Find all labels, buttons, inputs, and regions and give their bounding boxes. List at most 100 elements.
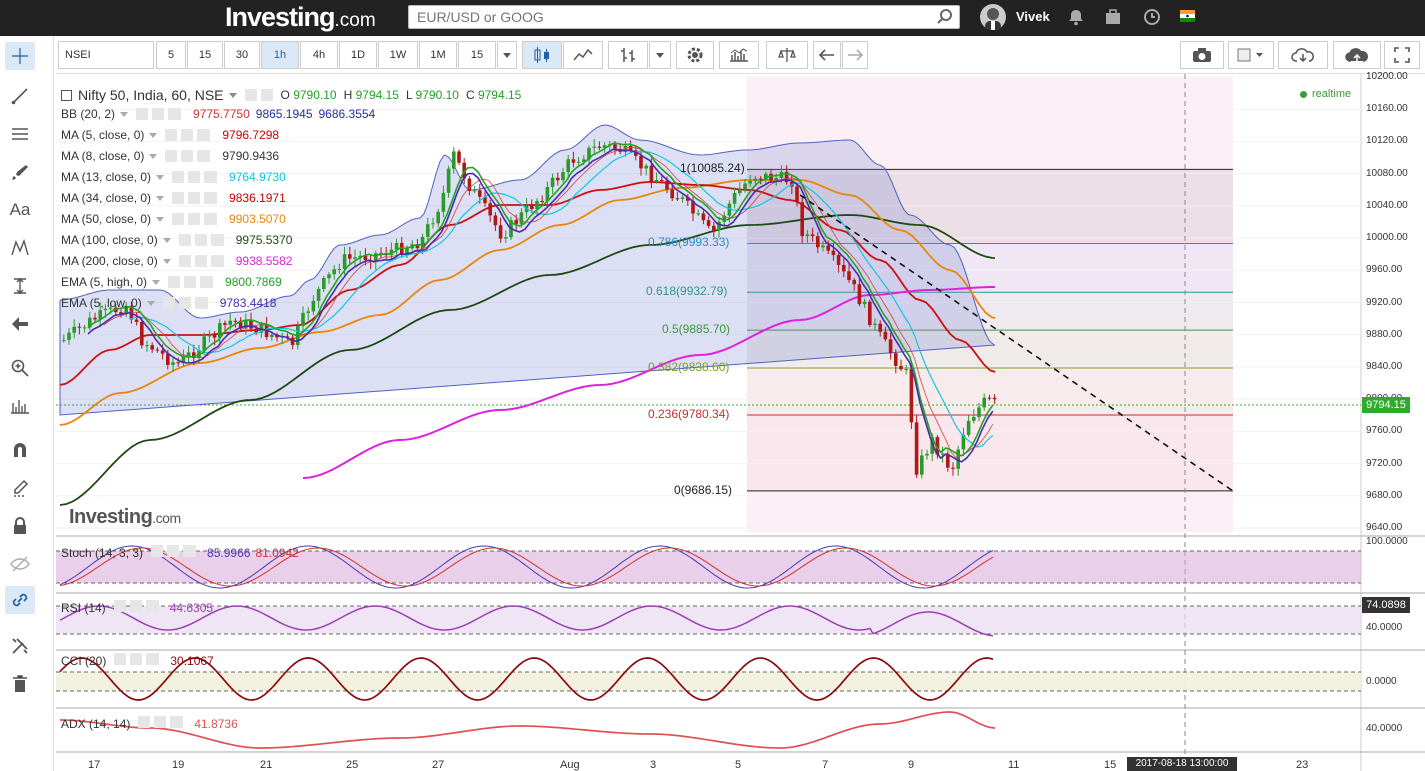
candle-body [852,280,856,285]
ohlc-key-c: C [465,88,478,102]
indicator-actions[interactable] [136,108,182,120]
candle-body [436,211,440,224]
candle-body [311,300,316,312]
legend-row-9[interactable]: EMA (5, low, 0) 9783.4418 [61,294,276,312]
candle-body [862,301,867,305]
candle-body [857,284,862,305]
price-axis-label: 9920.00 [1366,296,1403,308]
time-axis-label: 17 [88,759,101,771]
price-axis-label: 9640.00 [1366,522,1403,533]
indicator-actions[interactable] [114,653,160,665]
indicator-name: MA (5, close, 0) [61,128,145,142]
candle-body [868,301,872,325]
legend-row-0[interactable]: BB (20, 2) 9775.7750 9865.1945 9686.3554 [61,105,375,123]
indicator-name: MA (34, close, 0) [61,191,152,205]
indicator-actions[interactable] [138,716,184,728]
indicator-actions[interactable] [162,297,208,309]
current-price-badge: 9794.15 [1362,397,1410,413]
chevron-down-icon[interactable] [162,237,171,243]
price-axis-label: 9760.00 [1366,425,1403,437]
indicator-actions[interactable] [165,129,211,141]
legend-row-7[interactable]: MA (200, close, 0) 9938.5582 [61,252,292,270]
indicator-actions[interactable] [151,545,197,557]
candle-body [925,453,929,456]
candle-body [821,245,825,248]
candle-body [842,264,846,272]
indicator-value: 44.6305 [169,601,214,615]
candle-body [561,172,565,181]
chevron-down-icon[interactable] [149,132,158,138]
candle-body [348,254,352,259]
indicator-name: Stoch (14, 3, 3) [61,546,144,560]
adx-axis-label: 40.0000 [1366,723,1403,734]
chevron-down-icon[interactable] [156,174,165,180]
candle-body [738,189,742,194]
price-axis-label: 9720.00 [1366,457,1403,469]
candle-body [301,312,305,327]
candle-body [920,455,924,475]
legend-row-8[interactable]: EMA (5, high, 0) 9800.7869 [61,273,282,291]
candle-body [649,165,654,182]
chevron-down-icon[interactable] [162,258,171,264]
candle-body [597,146,602,148]
candle-body [800,202,804,237]
time-axis-label: 23 [1296,759,1309,771]
rsi-axis-label: 40.0000 [1366,622,1403,633]
candle-body [831,250,836,256]
chevron-down-icon[interactable] [156,216,165,222]
candle-body [706,220,711,226]
chevron-down-icon[interactable] [149,153,158,159]
indicator-actions[interactable] [178,234,224,246]
candle-body [966,420,971,435]
candle-body [446,168,451,193]
fib-level-label: 0.382(9838.60) [648,360,730,375]
cci-legend[interactable]: CCI (20) 30.1067 [61,653,214,668]
candle-body [878,323,882,332]
chevron-down-icon[interactable] [120,111,129,117]
stoch-legend[interactable]: Stoch (14, 3, 3) 85.9966 81.0942 [61,545,299,560]
price-axis-label: 10200.00 [1366,71,1408,82]
indicator-value: 9903.5070 [229,212,286,226]
indicator-name: ADX (14, 14) [61,717,131,731]
candle-body [883,331,888,340]
indicator-value: 81.0942 [255,546,299,560]
candle-body [795,186,799,203]
indicator-actions[interactable] [172,213,218,225]
cursor-date-badge: 2017-08-18 13:00:00 [1127,757,1237,771]
candle-body [816,236,820,248]
legend-actions[interactable] [244,89,275,101]
collapse-legend-icon[interactable] [61,89,72,101]
legend-row-4[interactable]: MA (34, close, 0) 9836.1971 [61,189,286,207]
chart-watermark: Investing.com [69,506,181,528]
candle-body [847,271,851,281]
indicator-value: 9975.5370 [235,233,293,247]
chevron-down-icon[interactable] [156,195,165,201]
indicator-name: MA (13, close, 0) [61,170,152,184]
chevron-down-icon[interactable] [146,300,155,306]
indicator-value: 9686.3554 [318,107,376,121]
candle-body [228,320,232,325]
legend-row-3[interactable]: MA (13, close, 0) 9764.9730 [61,168,286,186]
candle-body [72,326,76,333]
indicator-actions[interactable] [178,255,224,267]
candle-body [441,192,446,212]
candle-body [493,215,498,226]
legend-row-6[interactable]: MA (100, close, 0) 9975.5370 [61,231,292,249]
candle-body [904,368,908,370]
legend-row-5[interactable]: MA (50, close, 0) 9903.5070 [61,210,286,228]
chevron-down-icon[interactable] [228,92,237,98]
indicator-actions[interactable] [172,171,218,183]
indicator-name: RSI (14) [61,601,106,615]
price-axis-label: 10040.00 [1366,199,1408,211]
indicator-actions[interactable] [165,150,211,162]
legend-row-2[interactable]: MA (8, close, 0) 9790.9436 [61,147,279,165]
candle-body [774,178,778,181]
legend-row-1[interactable]: MA (5, close, 0) 9796.7298 [61,126,279,144]
indicator-actions[interactable] [168,276,214,288]
adx-legend[interactable]: ADX (14, 14) 41.8736 [61,716,238,731]
candle-body [670,189,674,199]
indicator-actions[interactable] [113,600,159,612]
indicator-actions[interactable] [172,192,218,204]
chevron-down-icon[interactable] [152,279,161,285]
rsi-legend[interactable]: RSI (14) 44.6305 [61,600,213,615]
